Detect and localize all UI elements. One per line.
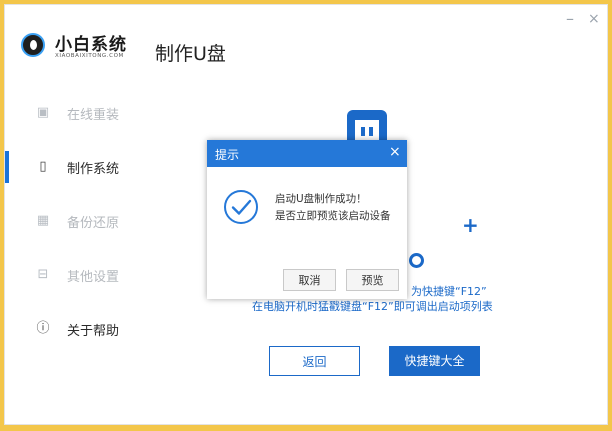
sidebar-item-label: 关于帮助 (67, 324, 120, 339)
app-window: – × 小白系统 XIAOBAIXITONG.COM 制作U盘 ▣ 在线重装 ▯… (4, 4, 608, 425)
logo-name: 小白系统 (55, 35, 127, 55)
logo-icon (21, 33, 45, 57)
sidebar-item-other-settings[interactable]: ⊟ 其他设置 (5, 255, 145, 295)
prompt-dialog: 提示 × 启动U盘制作成功！ 是否立即预览该启动设备 取消 预览 (207, 140, 407, 299)
cancel-button[interactable]: 取消 (283, 269, 336, 291)
monitor-icon: ▣ (36, 105, 50, 120)
boot-hint: 在电脑开机时猛戳键盘“F12”即可调出启动项列表 (252, 300, 493, 313)
sidebar-item-make-system[interactable]: ▯ 制作系统 (5, 147, 145, 187)
sidebar-item-backup-restore[interactable]: ▦ 备份还原 (5, 201, 145, 241)
sidebar-item-label: 制作系统 (67, 162, 120, 177)
back-button[interactable]: 返回 (269, 346, 360, 376)
shortcut-hint: 为快捷键“F12” (411, 285, 487, 298)
shortcut-keys-button[interactable]: 快捷键大全 (389, 346, 480, 376)
box-icon: ⊟ (37, 267, 49, 282)
dialog-title: 提示 (215, 148, 240, 162)
dialog-header: 提示 × (207, 140, 407, 167)
sidebar-item-label: 在线重装 (67, 108, 120, 123)
info-icon: ⓘ (36, 321, 50, 336)
usb-drive-icon (347, 110, 387, 140)
dialog-question: 是否立即预览该启动设备 (275, 210, 391, 222)
dialog-message: 启动U盘制作成功！ (275, 193, 367, 205)
close-button[interactable]: × (588, 11, 600, 27)
preview-button[interactable]: 预览 (346, 269, 399, 291)
dialog-close-icon[interactable]: × (389, 144, 401, 160)
logo-subtitle: XIAOBAIXITONG.COM (55, 53, 124, 59)
plus-icon: + (462, 213, 479, 237)
sidebar-item-online-reinstall[interactable]: ▣ 在线重装 (5, 93, 145, 133)
sidebar-item-label: 其他设置 (67, 270, 120, 285)
sidebar-item-label: 备份还原 (67, 216, 120, 231)
minimize-button[interactable]: – (566, 9, 574, 28)
circle-icon (409, 253, 424, 268)
usb-icon: ▯ (39, 159, 47, 174)
grid-icon: ▦ (36, 213, 50, 228)
success-check-icon (224, 190, 258, 224)
page-title: 制作U盘 (155, 43, 226, 65)
sidebar-item-about-help[interactable]: ⓘ 关于帮助 (5, 309, 145, 349)
